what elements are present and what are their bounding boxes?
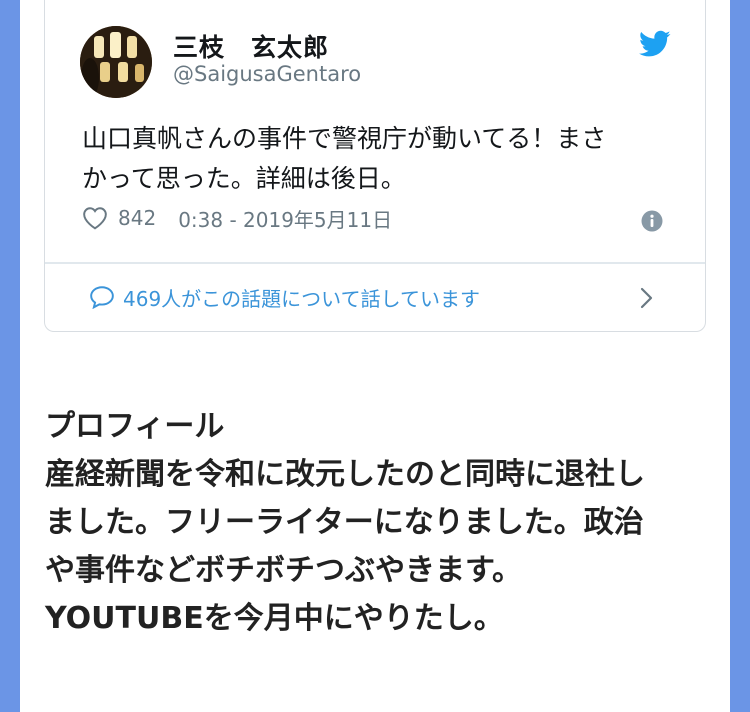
profile-text-line: ました。フリーライターになりました。政治 — [45, 505, 644, 540]
tweet-text-line: かって思った。詳細は後日。 — [82, 164, 406, 193]
twitter-bird-icon[interactable] — [639, 30, 671, 58]
profile-section: プロフィール 産経新聞を令和に改元したのと同時に退社し ました。フリーライターに… — [45, 403, 705, 643]
page-container: 三枝 玄太郎 @SaigusaGentaro 山口真帆さんの事件で警視庁が動いて… — [20, 0, 730, 712]
conversation-link[interactable]: 469人がこの話題について話しています — [89, 282, 480, 312]
author-handle[interactable]: @SaigusaGentaro — [173, 62, 361, 86]
embedded-tweet-card[interactable]: 三枝 玄太郎 @SaigusaGentaro 山口真帆さんの事件で警視庁が動いて… — [44, 0, 706, 332]
profile-text-line: や事件などボチボチつぶやきます。 — [45, 553, 522, 588]
heart-icon[interactable] — [82, 206, 108, 230]
like-count[interactable]: 842 — [118, 206, 156, 230]
tweet-timestamp[interactable]: 0:38 - 2019年5月11日 — [178, 204, 392, 233]
author-name[interactable]: 三枝 玄太郎 — [173, 28, 329, 64]
profile-heading: プロフィール — [45, 409, 225, 444]
conversation-text[interactable]: 469人がこの話題について話しています — [123, 283, 480, 312]
card-divider — [45, 262, 705, 264]
tweet-text-line: 山口真帆さんの事件で警視庁が動いてる！まさ — [82, 124, 607, 153]
author-avatar[interactable] — [80, 26, 152, 98]
tweet-meta-row: 842 0:38 - 2019年5月11日 — [82, 203, 392, 233]
info-icon[interactable] — [641, 210, 663, 232]
chevron-right-icon[interactable] — [639, 286, 655, 310]
profile-text-line: YOUTUBEを今月中にやりたし。 — [45, 601, 504, 636]
speech-bubble-icon — [90, 286, 114, 309]
profile-text-line: 産経新聞を令和に改元したのと同時に退社し — [45, 457, 645, 492]
tweet-text: 山口真帆さんの事件で警視庁が動いてる！まさ かって思った。詳細は後日。 — [82, 119, 682, 199]
